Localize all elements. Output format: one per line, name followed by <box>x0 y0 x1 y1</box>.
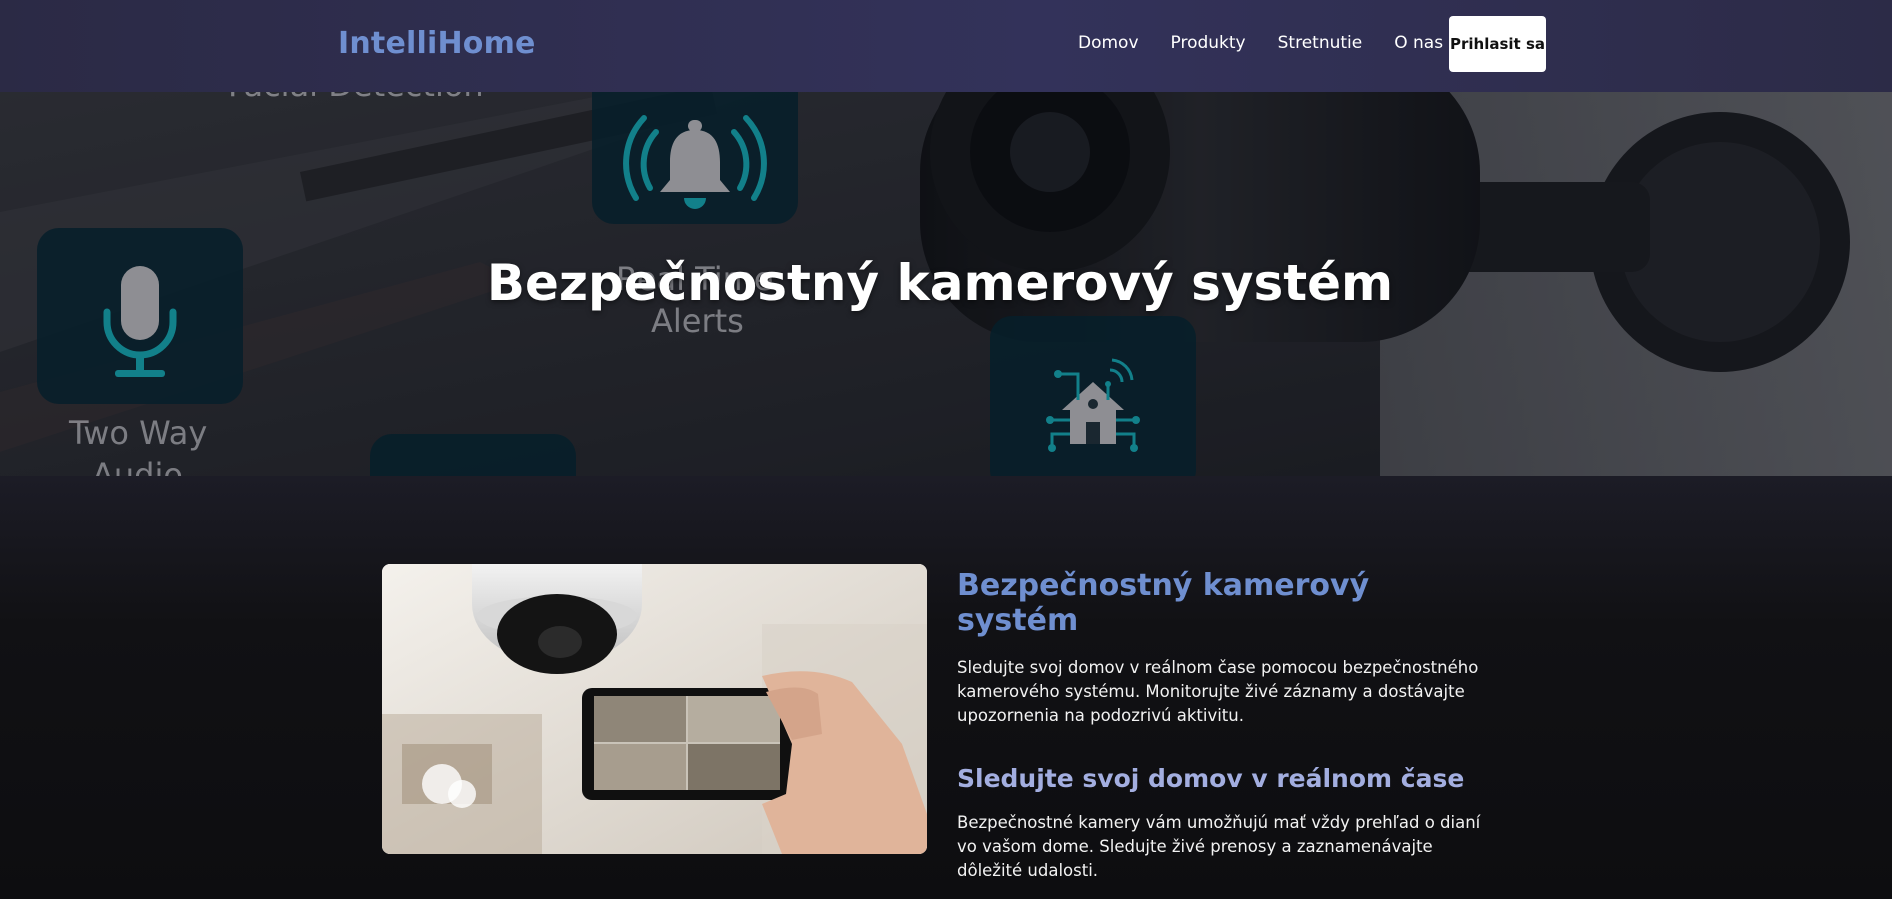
smart-home-icon <box>1046 358 1140 452</box>
nav-links: Domov Produkty Stretnutie O nas <box>1078 33 1475 53</box>
section-subheading: Sledujte svoj domov v reálnom čase <box>957 764 1465 793</box>
feature-tile-partial <box>370 434 576 476</box>
nav-link-produkty[interactable]: Produkty <box>1171 33 1246 53</box>
feature-tile-smart-home <box>990 316 1196 476</box>
section-paragraph-2: Bezpečnostné kamery vám umožňujú mať vžd… <box>957 813 1481 880</box>
section-heading: Bezpečnostný kamerový systém <box>957 568 1370 638</box>
content-section: Bezpečnostný kamerový systém Sledujte sv… <box>0 476 1892 899</box>
feature-label-audio-line2: Audio <box>92 456 183 476</box>
nav-link-domov[interactable]: Domov <box>1078 33 1139 53</box>
hero-banner: Facial Detection Real Time Alerts Two Wa… <box>0 92 1892 476</box>
nav-link-o-nas[interactable]: O nas <box>1394 33 1443 53</box>
section-paragraph-1: Sledujte svoj domov v reálnom čase pomoc… <box>957 658 1479 725</box>
feature-label-audio-line1: Two Way <box>69 414 208 452</box>
hero-title: Bezpečnostný kamerový systém <box>486 254 1394 312</box>
camera-phone-image <box>382 564 927 854</box>
bell-icon <box>623 115 767 209</box>
logo[interactable]: IntelliHome <box>338 26 536 61</box>
text-column: Bezpečnostný kamerový systém Sledujte sv… <box>957 568 1497 899</box>
navbar: IntelliHome Domov Produkty Stretnutie O … <box>0 0 1892 92</box>
feature-tile-alerts <box>592 92 798 224</box>
feature-label-facial-detection: Facial Detection <box>228 92 484 104</box>
nav-link-stretnutie[interactable]: Stretnutie <box>1278 33 1363 53</box>
login-button[interactable]: Prihlasit sa <box>1449 16 1546 72</box>
